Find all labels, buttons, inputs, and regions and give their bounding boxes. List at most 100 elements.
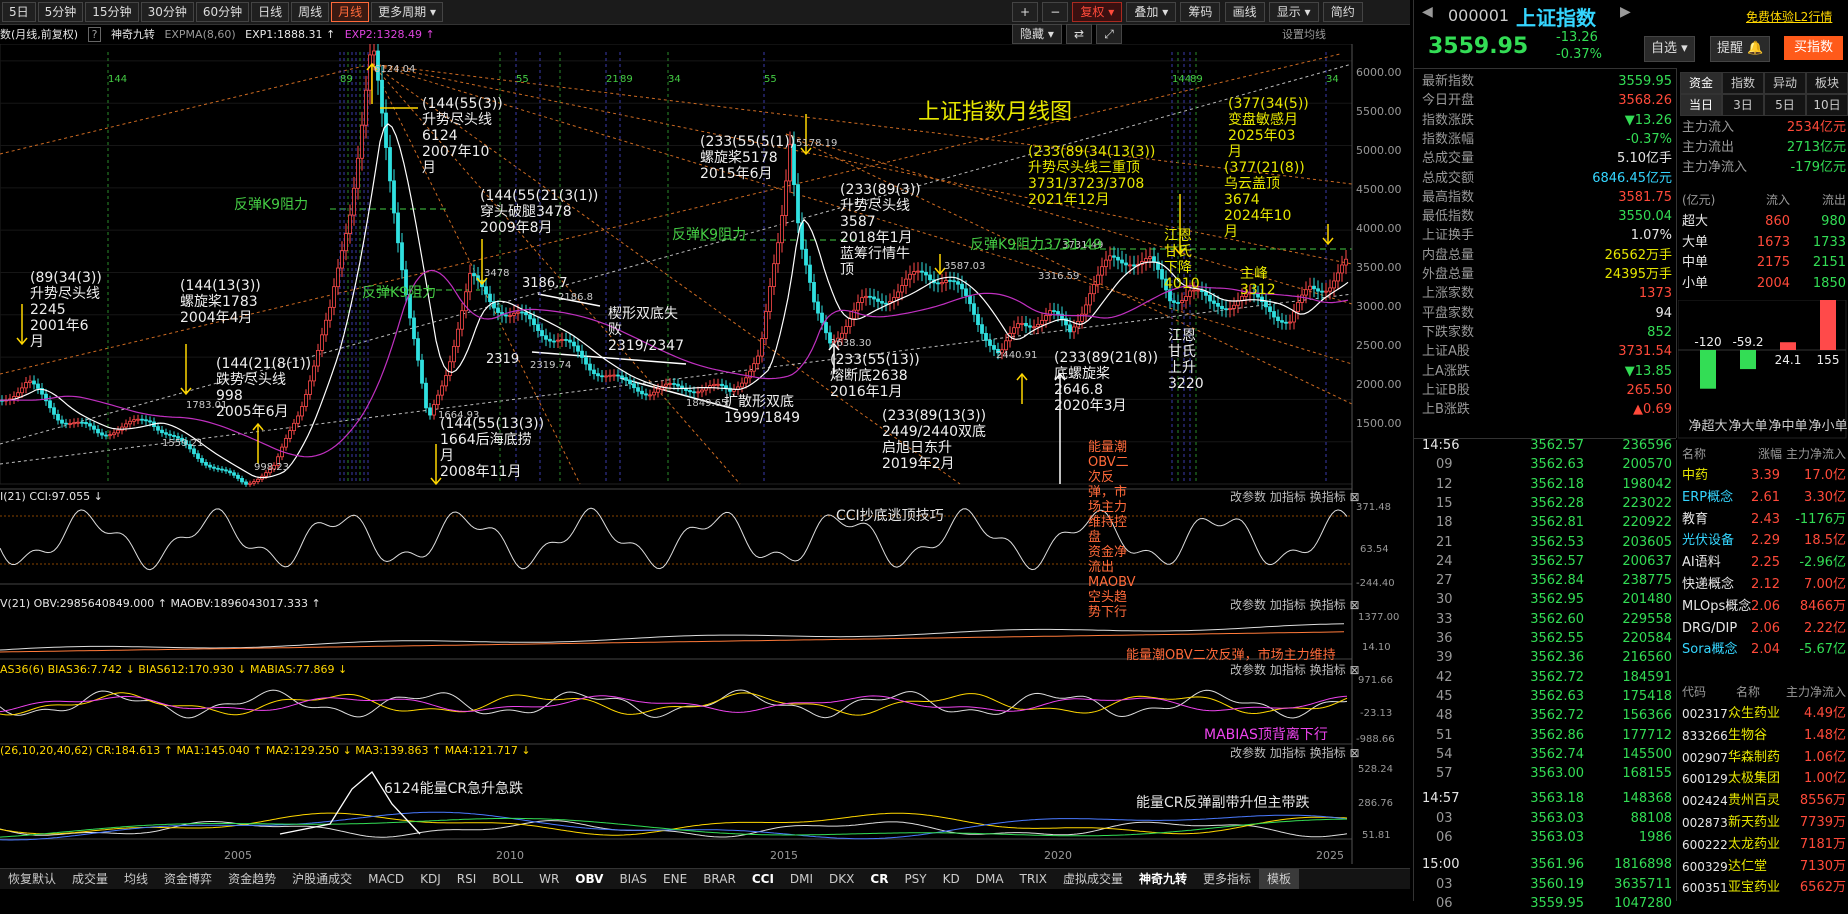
chips-button[interactable]: 筹码 (1180, 2, 1221, 22)
alert-button[interactable]: 提醒 🔔 (1710, 36, 1771, 62)
stock-name[interactable]: 亚宝药业 (1728, 878, 1780, 898)
period-5day-button[interactable]: 5日 (2, 2, 36, 22)
indicator-tab[interactable]: OBV (567, 869, 611, 889)
candle-body (1296, 302, 1300, 313)
l2-promo-link[interactable]: 免费体验L2行情 (1746, 8, 1832, 25)
sector-name[interactable]: 快递概念 (1682, 575, 1734, 595)
x-tick: 2005 (224, 849, 252, 862)
indicator-tab[interactable]: BRAR (695, 869, 744, 889)
flow-tab[interactable]: 资金 (1680, 72, 1722, 94)
stock-name[interactable]: 达仁堂 (1728, 857, 1767, 877)
indicator-tab[interactable]: 神奇九转 (1131, 869, 1195, 889)
stock-name[interactable]: 太龙药业 (1728, 835, 1780, 855)
add-indicator-button[interactable]: 加指标 (1270, 663, 1306, 677)
indicator-tab[interactable]: PSY (896, 869, 934, 889)
zoom-in-button[interactable]: + (1012, 2, 1039, 22)
draw-line-button[interactable]: 画线 (1224, 2, 1265, 22)
sector-name[interactable]: 中药 (1682, 466, 1708, 486)
sector-name[interactable]: ERP概念 (1682, 488, 1733, 508)
period-30min-button[interactable]: 30分钟 (140, 2, 194, 22)
flow-period-tab[interactable]: 10日 (1806, 94, 1848, 116)
sector-name[interactable]: Sora概念 (1682, 640, 1738, 660)
indicator-tab[interactable]: DMA (968, 869, 1012, 889)
indicator-tab[interactable]: 均线 (116, 869, 156, 889)
add-indicator-button[interactable]: 加指标 (1270, 746, 1306, 760)
stock-name[interactable]: 华森制药 (1728, 748, 1780, 768)
display-dropdown[interactable]: 显示 ▾ (1268, 2, 1319, 22)
nine-turn-indicator-label[interactable]: 神奇九转 (111, 28, 155, 41)
sector-name[interactable]: DRG/DIP (1682, 619, 1737, 639)
edit-params-button[interactable]: 改参数 (1230, 663, 1266, 677)
edit-params-button[interactable]: 改参数 (1230, 598, 1266, 612)
indicator-tab[interactable]: TRIX (1012, 869, 1055, 889)
stock-name[interactable]: 太极集团 (1728, 769, 1780, 789)
stock-name[interactable]: 生物谷 (1728, 726, 1767, 746)
switch-indicator-button[interactable]: 换指标 (1310, 746, 1346, 760)
flow-period-tab[interactable]: 3日 (1722, 94, 1764, 116)
stock-name[interactable]: 贵州百灵 (1728, 791, 1780, 811)
prev-stock-icon[interactable]: ◀ (1422, 4, 1433, 20)
stock-name[interactable]: 新天药业 (1728, 813, 1780, 833)
indicator-tab[interactable]: CCI (744, 869, 782, 889)
indicator-tab[interactable]: 模板 (1259, 869, 1300, 889)
switch-indicator-button[interactable]: 换指标 (1310, 490, 1346, 504)
close-icon[interactable]: ⊠ (1350, 490, 1360, 504)
period-daily-button[interactable]: 日线 (251, 2, 290, 22)
zoom-out-button[interactable]: − (1042, 2, 1069, 22)
indicator-tab[interactable]: BIAS (611, 869, 655, 889)
flow-period-tab[interactable]: 5日 (1764, 94, 1806, 116)
close-icon[interactable]: ⊠ (1350, 746, 1360, 760)
indicator-tab[interactable]: 虚拟成交量 (1055, 869, 1131, 889)
edit-params-button[interactable]: 改参数 (1230, 490, 1266, 504)
flow-period-tab[interactable]: 当日 (1680, 94, 1722, 116)
indicator-tab[interactable]: DMI (782, 869, 821, 889)
switch-indicator-button[interactable]: 换指标 (1310, 598, 1346, 612)
more-periods-dropdown[interactable]: 更多周期 ▾ (371, 2, 444, 22)
period-15min-button[interactable]: 15分钟 (85, 2, 139, 22)
indicator-tab[interactable]: CR (862, 869, 896, 889)
stat-label: 指数涨幅 (1422, 131, 1475, 147)
close-icon[interactable]: ⊠ (1350, 663, 1360, 677)
period-60min-button[interactable]: 60分钟 (195, 2, 250, 22)
switch-indicator-button[interactable]: 换指标 (1310, 663, 1346, 677)
simple-button[interactable]: 简约 (1322, 2, 1363, 22)
kline-chart-area[interactable]: 上证指数月线图 6000.00 5500.00 5000.00 4500.00 … (0, 35, 1410, 864)
annotation-line: 2024年10月 (1224, 208, 1292, 240)
indicator-tab[interactable]: 资金趋势 (220, 869, 284, 889)
add-indicator-button[interactable]: 加指标 (1270, 490, 1306, 504)
indicator-tab[interactable]: RSI (449, 869, 485, 889)
period-monthly-button[interactable]: 月线 (331, 2, 370, 22)
next-stock-icon[interactable]: ▶ (1620, 4, 1631, 20)
set-ma-link[interactable]: 设置均线 (1282, 26, 1326, 42)
stock-name[interactable]: 众生药业 (1728, 704, 1780, 724)
indicator-tab[interactable]: ENE (655, 869, 695, 889)
indicator-tab[interactable]: 成交量 (64, 869, 116, 889)
indicator-tab[interactable]: 恢复默认 (0, 869, 64, 889)
period-weekly-button[interactable]: 周线 (291, 2, 330, 22)
adjust-dropdown[interactable]: 复权 ▾ (1072, 2, 1123, 22)
period-5min-button[interactable]: 5分钟 (37, 2, 84, 22)
indicator-tab[interactable]: BOLL (484, 869, 531, 889)
edit-params-button[interactable]: 改参数 (1230, 746, 1266, 760)
close-icon[interactable]: ⊠ (1350, 598, 1360, 612)
indicator-tab[interactable]: 资金博弈 (156, 869, 220, 889)
indicator-tab[interactable]: WR (531, 869, 567, 889)
sector-name[interactable]: AI语料 (1682, 553, 1721, 573)
flow-tab[interactable]: 异动 (1764, 72, 1806, 94)
indicator-tab[interactable]: KDJ (412, 869, 449, 889)
sector-name[interactable]: 光伏设备 (1682, 531, 1734, 551)
flow-tab[interactable]: 指数 (1722, 72, 1764, 94)
indicator-tab[interactable]: 更多指标 (1195, 869, 1259, 889)
watchlist-dropdown[interactable]: 自选 ▾ (1644, 36, 1695, 62)
sector-name[interactable]: 教育 (1682, 510, 1708, 530)
indicator-tab[interactable]: 沪股通成交 (284, 869, 360, 889)
help-icon[interactable]: ? (87, 27, 102, 42)
indicator-tab[interactable]: KD (935, 869, 968, 889)
overlay-dropdown[interactable]: 叠加 ▾ (1126, 2, 1177, 22)
flow-tab[interactable]: 板块 (1806, 72, 1848, 94)
flow-row-label: 大单 (1682, 234, 1709, 250)
buy-index-button[interactable]: 买指数 (1784, 36, 1844, 60)
indicator-tab[interactable]: MACD (360, 869, 412, 889)
add-indicator-button[interactable]: 加指标 (1270, 598, 1306, 612)
indicator-tab[interactable]: DKX (821, 869, 862, 889)
